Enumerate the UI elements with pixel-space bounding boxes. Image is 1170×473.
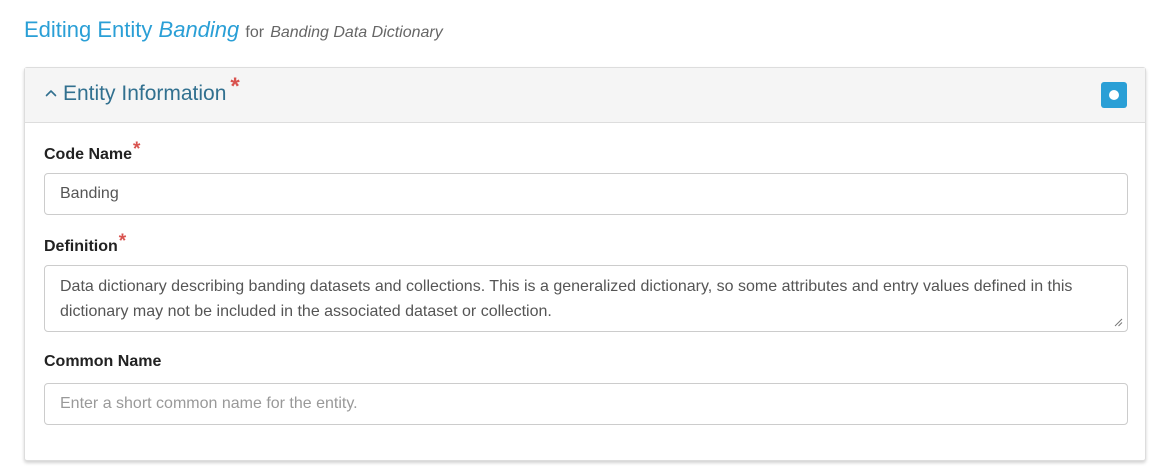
entity-name: Banding [158, 17, 240, 42]
resize-handle-icon[interactable] [1113, 317, 1123, 327]
for-text: for [245, 24, 265, 41]
code-name-value: Banding [60, 185, 119, 202]
dictionary-name: Banding Data Dictionary [270, 24, 443, 41]
definition-value: Data dictionary describing banding datas… [60, 278, 1073, 320]
code-name-input[interactable]: Banding [44, 173, 1128, 215]
required-marker: * [230, 73, 240, 100]
definition-textarea[interactable]: Data dictionary describing banding datas… [44, 265, 1128, 332]
chevron-up-icon[interactable] [44, 82, 58, 104]
code-name-label-text: Code Name [44, 146, 133, 163]
page-title-prefix: Editing Entity [24, 17, 153, 42]
circle-icon [1109, 90, 1119, 100]
page-title: Editing Entity Banding for Banding Data … [24, 14, 443, 49]
common-name-label: Common Name [44, 353, 161, 371]
common-name-label-text: Common Name [44, 353, 162, 370]
definition-label-text: Definition [44, 238, 118, 255]
required-marker: * [133, 139, 141, 160]
code-name-label: Code Name* [44, 139, 140, 165]
panel-title-text: Entity Information [63, 82, 227, 105]
toggle-button[interactable] [1101, 82, 1127, 108]
panel-title: Entity Information * [63, 74, 240, 107]
entity-information-panel: Entity Information * Code Name* Banding D… [24, 67, 1146, 461]
common-name-input[interactable] [44, 383, 1128, 425]
definition-label: Definition* [44, 231, 126, 257]
panel-heading[interactable]: Entity Information * [25, 68, 1145, 123]
required-marker: * [118, 231, 127, 252]
